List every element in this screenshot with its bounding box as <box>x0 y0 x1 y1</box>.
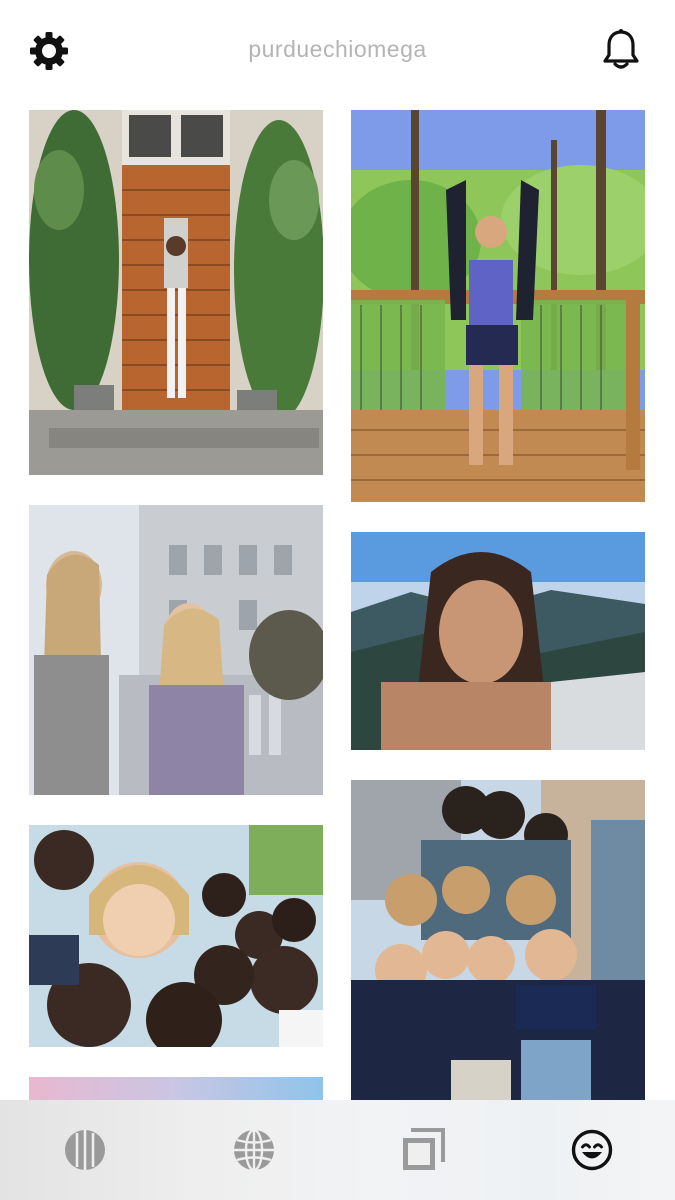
top-bar: purduechiomega <box>0 0 675 100</box>
bell-icon <box>603 29 639 69</box>
photo-image <box>351 532 645 750</box>
columns-icon <box>65 1130 105 1170</box>
photo-image <box>351 780 645 1100</box>
photo-image <box>29 825 323 1047</box>
photo-image <box>29 505 323 795</box>
username-title: purduechiomega <box>248 36 427 62</box>
tab-explore[interactable] <box>232 1128 276 1172</box>
photo-image <box>29 1077 323 1100</box>
stacked-photos-icon <box>403 1128 445 1170</box>
globe-icon <box>234 1128 274 1172</box>
photo-image <box>29 110 323 475</box>
tab-profile[interactable] <box>570 1128 614 1172</box>
bottom-tab-bar <box>0 1100 675 1200</box>
photo-mountain-selfie[interactable] <box>351 532 645 750</box>
smiley-icon <box>571 1129 613 1171</box>
photo-door-portrait[interactable] <box>29 110 323 475</box>
photo-image <box>351 110 645 502</box>
photo-hiker-deck[interactable] <box>351 110 645 502</box>
photo-group-selfie-kids[interactable] <box>29 825 323 1047</box>
notifications-button[interactable] <box>600 28 642 72</box>
tab-feed[interactable] <box>63 1128 107 1172</box>
tab-collections[interactable] <box>401 1128 445 1172</box>
photo-partial-bottom[interactable] <box>29 1077 323 1100</box>
photo-two-girls-palace[interactable] <box>29 505 323 795</box>
photo-group-street[interactable] <box>351 780 645 1100</box>
